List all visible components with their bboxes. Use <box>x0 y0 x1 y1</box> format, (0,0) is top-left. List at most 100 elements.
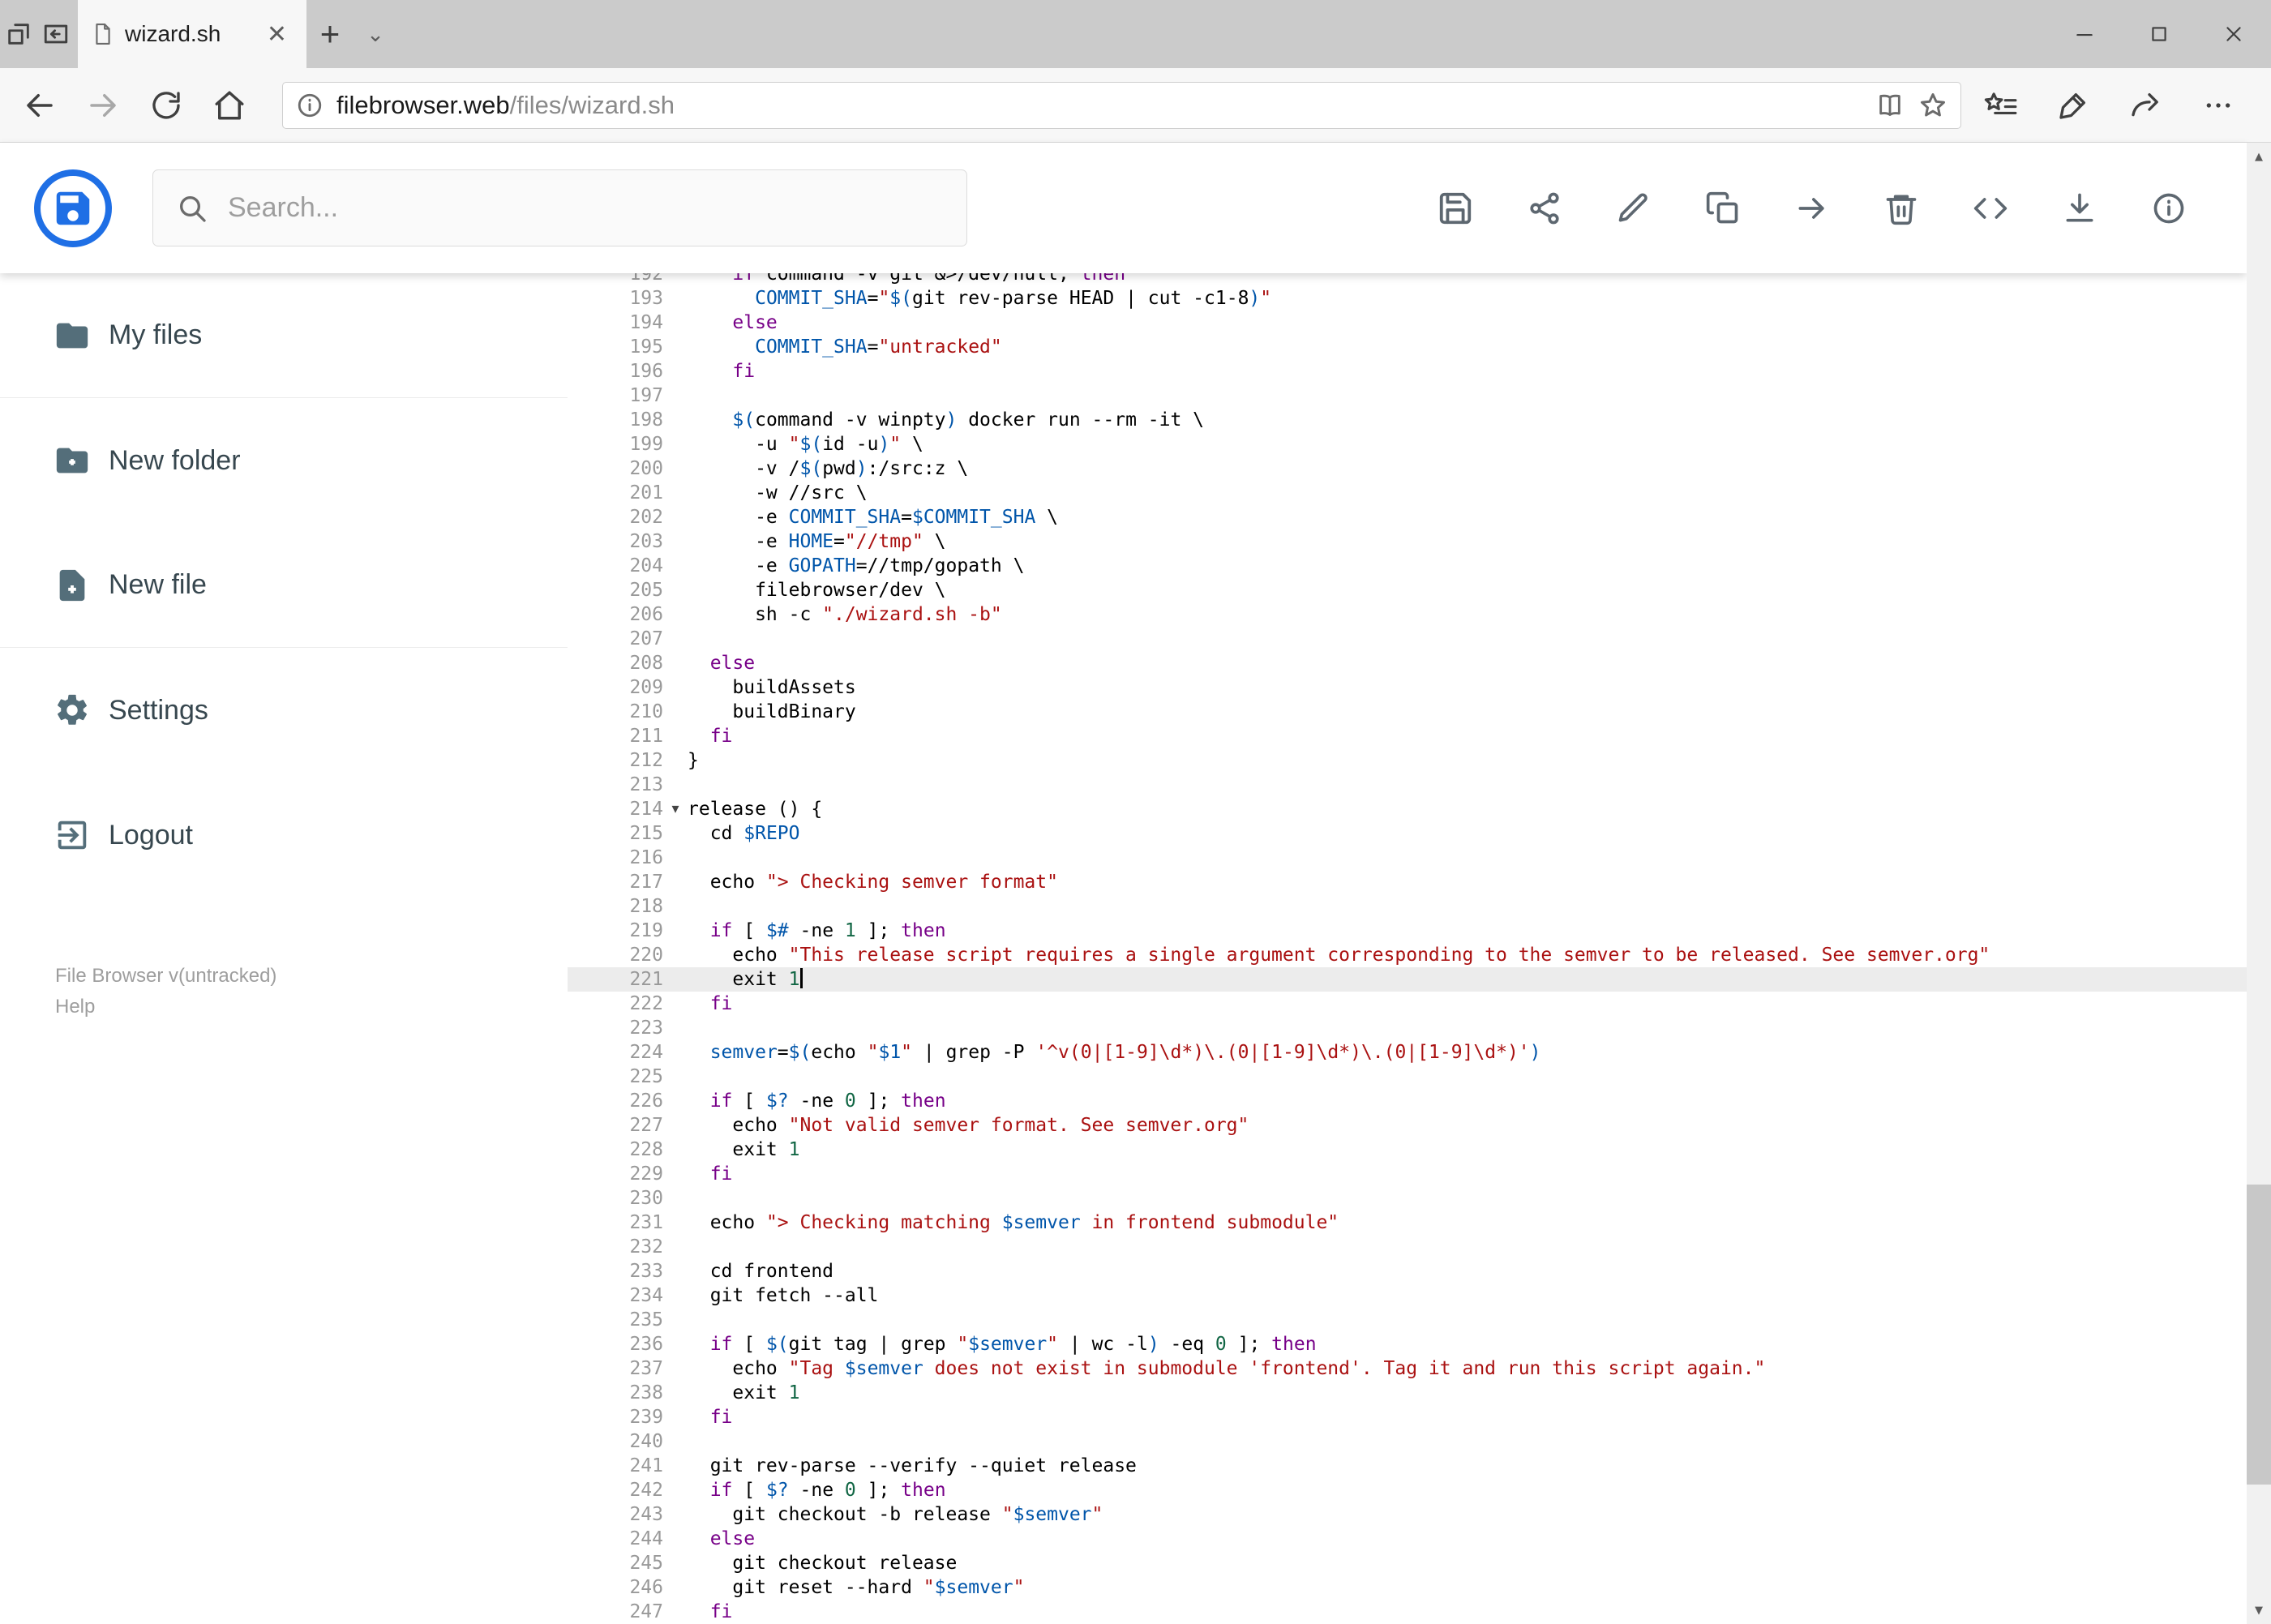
code-line-207[interactable]: 207 <box>568 627 2247 651</box>
close-window-button[interactable] <box>2196 0 2271 68</box>
raw-code-button[interactable] <box>1971 189 2010 228</box>
browser-tab-wizard-sh[interactable]: wizard.sh ✕ <box>78 0 306 68</box>
code-line-220[interactable]: 220 echo "This release script requires a… <box>568 943 2247 967</box>
code-line-200[interactable]: 200 -v /$(pwd):/src:z \ <box>568 456 2247 481</box>
code-line-224[interactable]: 224 semver=$(echo "$1" | grep -P '^v(0|[… <box>568 1040 2247 1065</box>
sidebar-item-logout[interactable]: Logout <box>0 773 568 898</box>
code-line-195[interactable]: 195 COMMIT_SHA="untracked" <box>568 335 2247 359</box>
code-line-222[interactable]: 222 fi <box>568 992 2247 1016</box>
code-line-239[interactable]: 239 fi <box>568 1405 2247 1429</box>
move-button[interactable] <box>1793 189 1832 228</box>
code-line-216[interactable]: 216 <box>568 846 2247 870</box>
code-line-241[interactable]: 241 git rev-parse --verify --quiet relea… <box>568 1454 2247 1478</box>
sidebar-item-my-files[interactable]: My files <box>0 273 568 398</box>
code-line-199[interactable]: 199 -u "$(id -u)" \ <box>568 432 2247 456</box>
maximize-button[interactable] <box>2122 0 2196 68</box>
code-line-219[interactable]: 219 if [ $# -ne 1 ]; then <box>568 919 2247 943</box>
info-button[interactable] <box>2149 189 2188 228</box>
download-button[interactable] <box>2060 189 2099 228</box>
code-line-246[interactable]: 246 git reset --hard "$semver" <box>568 1575 2247 1600</box>
code-line-204[interactable]: 204 -e GOPATH=//tmp/gopath \ <box>568 554 2247 578</box>
code-line-217[interactable]: 217 echo "> Checking semver format" <box>568 870 2247 894</box>
code-line-244[interactable]: 244 else <box>568 1527 2247 1551</box>
code-line-225[interactable]: 225 <box>568 1065 2247 1089</box>
share-file-button[interactable] <box>1525 189 1564 228</box>
code-line-237[interactable]: 237 echo "Tag $semver does not exist in … <box>568 1356 2247 1381</box>
code-line-193[interactable]: 193 COMMIT_SHA="$(git rev-parse HEAD | c… <box>568 286 2247 311</box>
reading-view-button[interactable] <box>1876 92 1904 119</box>
code-line-229[interactable]: 229 fi <box>568 1162 2247 1186</box>
new-tab-button[interactable]: + <box>306 0 354 68</box>
search-input[interactable] <box>228 192 944 224</box>
code-line-236[interactable]: 236 if [ $(git tag | grep "$semver" | wc… <box>568 1332 2247 1356</box>
more-options-button[interactable] <box>2201 89 2235 122</box>
code-line-235[interactable]: 235 <box>568 1308 2247 1332</box>
code-line-206[interactable]: 206 sh -c "./wizard.sh -b" <box>568 602 2247 627</box>
code-line-226[interactable]: 226 if [ $? -ne 0 ]; then <box>568 1089 2247 1113</box>
scrollbar-thumb[interactable] <box>2247 1185 2271 1485</box>
delete-button[interactable] <box>1882 189 1921 228</box>
code-line-242[interactable]: 242 if [ $? -ne 0 ]; then <box>568 1478 2247 1502</box>
url-text[interactable]: filebrowser.web/files/wizard.sh <box>336 91 1862 120</box>
favorite-star-button[interactable] <box>1918 91 1947 120</box>
code-line-232[interactable]: 232 <box>568 1235 2247 1259</box>
code-line-214[interactable]: 214 ▾ release () { <box>568 797 2247 821</box>
share-button[interactable] <box>2128 89 2162 122</box>
code-line-192[interactable]: 192 if command -v git &>/dev/null; then <box>568 273 2247 286</box>
code-line-221[interactable]: 221 exit 1 <box>568 967 2247 992</box>
refresh-button[interactable] <box>135 76 198 135</box>
code-line-203[interactable]: 203 -e HOME="//tmp" \ <box>568 529 2247 554</box>
code-line-211[interactable]: 211 fi <box>568 724 2247 748</box>
site-info-icon[interactable] <box>296 92 324 119</box>
code-line-209[interactable]: 209 buildAssets <box>568 675 2247 700</box>
search-box[interactable] <box>152 169 967 246</box>
save-button[interactable] <box>1436 189 1475 228</box>
scroll-up-icon[interactable]: ▲ <box>2247 143 2271 170</box>
tab-close-icon[interactable]: ✕ <box>262 20 292 49</box>
favorites-hub-button[interactable] <box>1982 89 2018 122</box>
code-line-196[interactable]: 196 fi <box>568 359 2247 384</box>
code-line-198[interactable]: 198 $(command -v winpty) docker run --rm… <box>568 408 2247 432</box>
code-line-238[interactable]: 238 exit 1 <box>568 1381 2247 1405</box>
back-button[interactable] <box>8 76 71 135</box>
code-editor[interactable]: 192 if command -v git &>/dev/null; then 1… <box>568 273 2247 1624</box>
copy-button[interactable] <box>1703 189 1742 228</box>
code-line-205[interactable]: 205 filebrowser/dev \ <box>568 578 2247 602</box>
fold-arrow-icon[interactable]: ▾ <box>663 797 688 821</box>
code-line-230[interactable]: 230 <box>568 1186 2247 1211</box>
code-line-223[interactable]: 223 <box>568 1016 2247 1040</box>
code-line-243[interactable]: 243 git checkout -b release "$semver" <box>568 1502 2247 1527</box>
code-line-201[interactable]: 201 -w //src \ <box>568 481 2247 505</box>
minimize-button[interactable] <box>2047 0 2122 68</box>
code-line-247[interactable]: 247 fi <box>568 1600 2247 1624</box>
vertical-scrollbar[interactable]: ▲ ▼ <box>2247 143 2271 1624</box>
code-line-212[interactable]: 212} <box>568 748 2247 773</box>
code-line-231[interactable]: 231 echo "> Checking matching $semver in… <box>568 1211 2247 1235</box>
code-line-240[interactable]: 240 <box>568 1429 2247 1454</box>
home-button[interactable] <box>198 76 261 135</box>
sidebar-item-new-folder[interactable]: New folder <box>0 398 568 523</box>
code-line-197[interactable]: 197 <box>568 384 2247 408</box>
sidebar-item-settings[interactable]: Settings <box>0 648 568 773</box>
sidebar-item-new-file[interactable]: New file <box>0 523 568 648</box>
set-aside-tabs-button[interactable] <box>37 0 75 68</box>
code-line-218[interactable]: 218 <box>568 894 2247 919</box>
tabs-aside-button[interactable] <box>0 0 37 68</box>
code-line-208[interactable]: 208 else <box>568 651 2247 675</box>
code-line-210[interactable]: 210 buildBinary <box>568 700 2247 724</box>
code-line-234[interactable]: 234 git fetch --all <box>568 1283 2247 1308</box>
code-line-202[interactable]: 202 -e COMMIT_SHA=$COMMIT_SHA \ <box>568 505 2247 529</box>
code-line-194[interactable]: 194 else <box>568 311 2247 335</box>
show-tab-previews-button[interactable]: ⌄ <box>354 0 397 68</box>
address-bar[interactable]: filebrowser.web/files/wizard.sh <box>282 81 1961 129</box>
app-logo[interactable] <box>34 169 112 247</box>
code-line-228[interactable]: 228 exit 1 <box>568 1138 2247 1162</box>
code-line-233[interactable]: 233 cd frontend <box>568 1259 2247 1283</box>
code-line-245[interactable]: 245 git checkout release <box>568 1551 2247 1575</box>
code-line-227[interactable]: 227 echo "Not valid semver format. See s… <box>568 1113 2247 1138</box>
edit-button[interactable] <box>1614 189 1653 228</box>
code-line-215[interactable]: 215 cd $REPO <box>568 821 2247 846</box>
forward-button[interactable] <box>71 76 135 135</box>
scroll-down-icon[interactable]: ▼ <box>2247 1596 2271 1624</box>
web-note-button[interactable] <box>2057 89 2089 122</box>
